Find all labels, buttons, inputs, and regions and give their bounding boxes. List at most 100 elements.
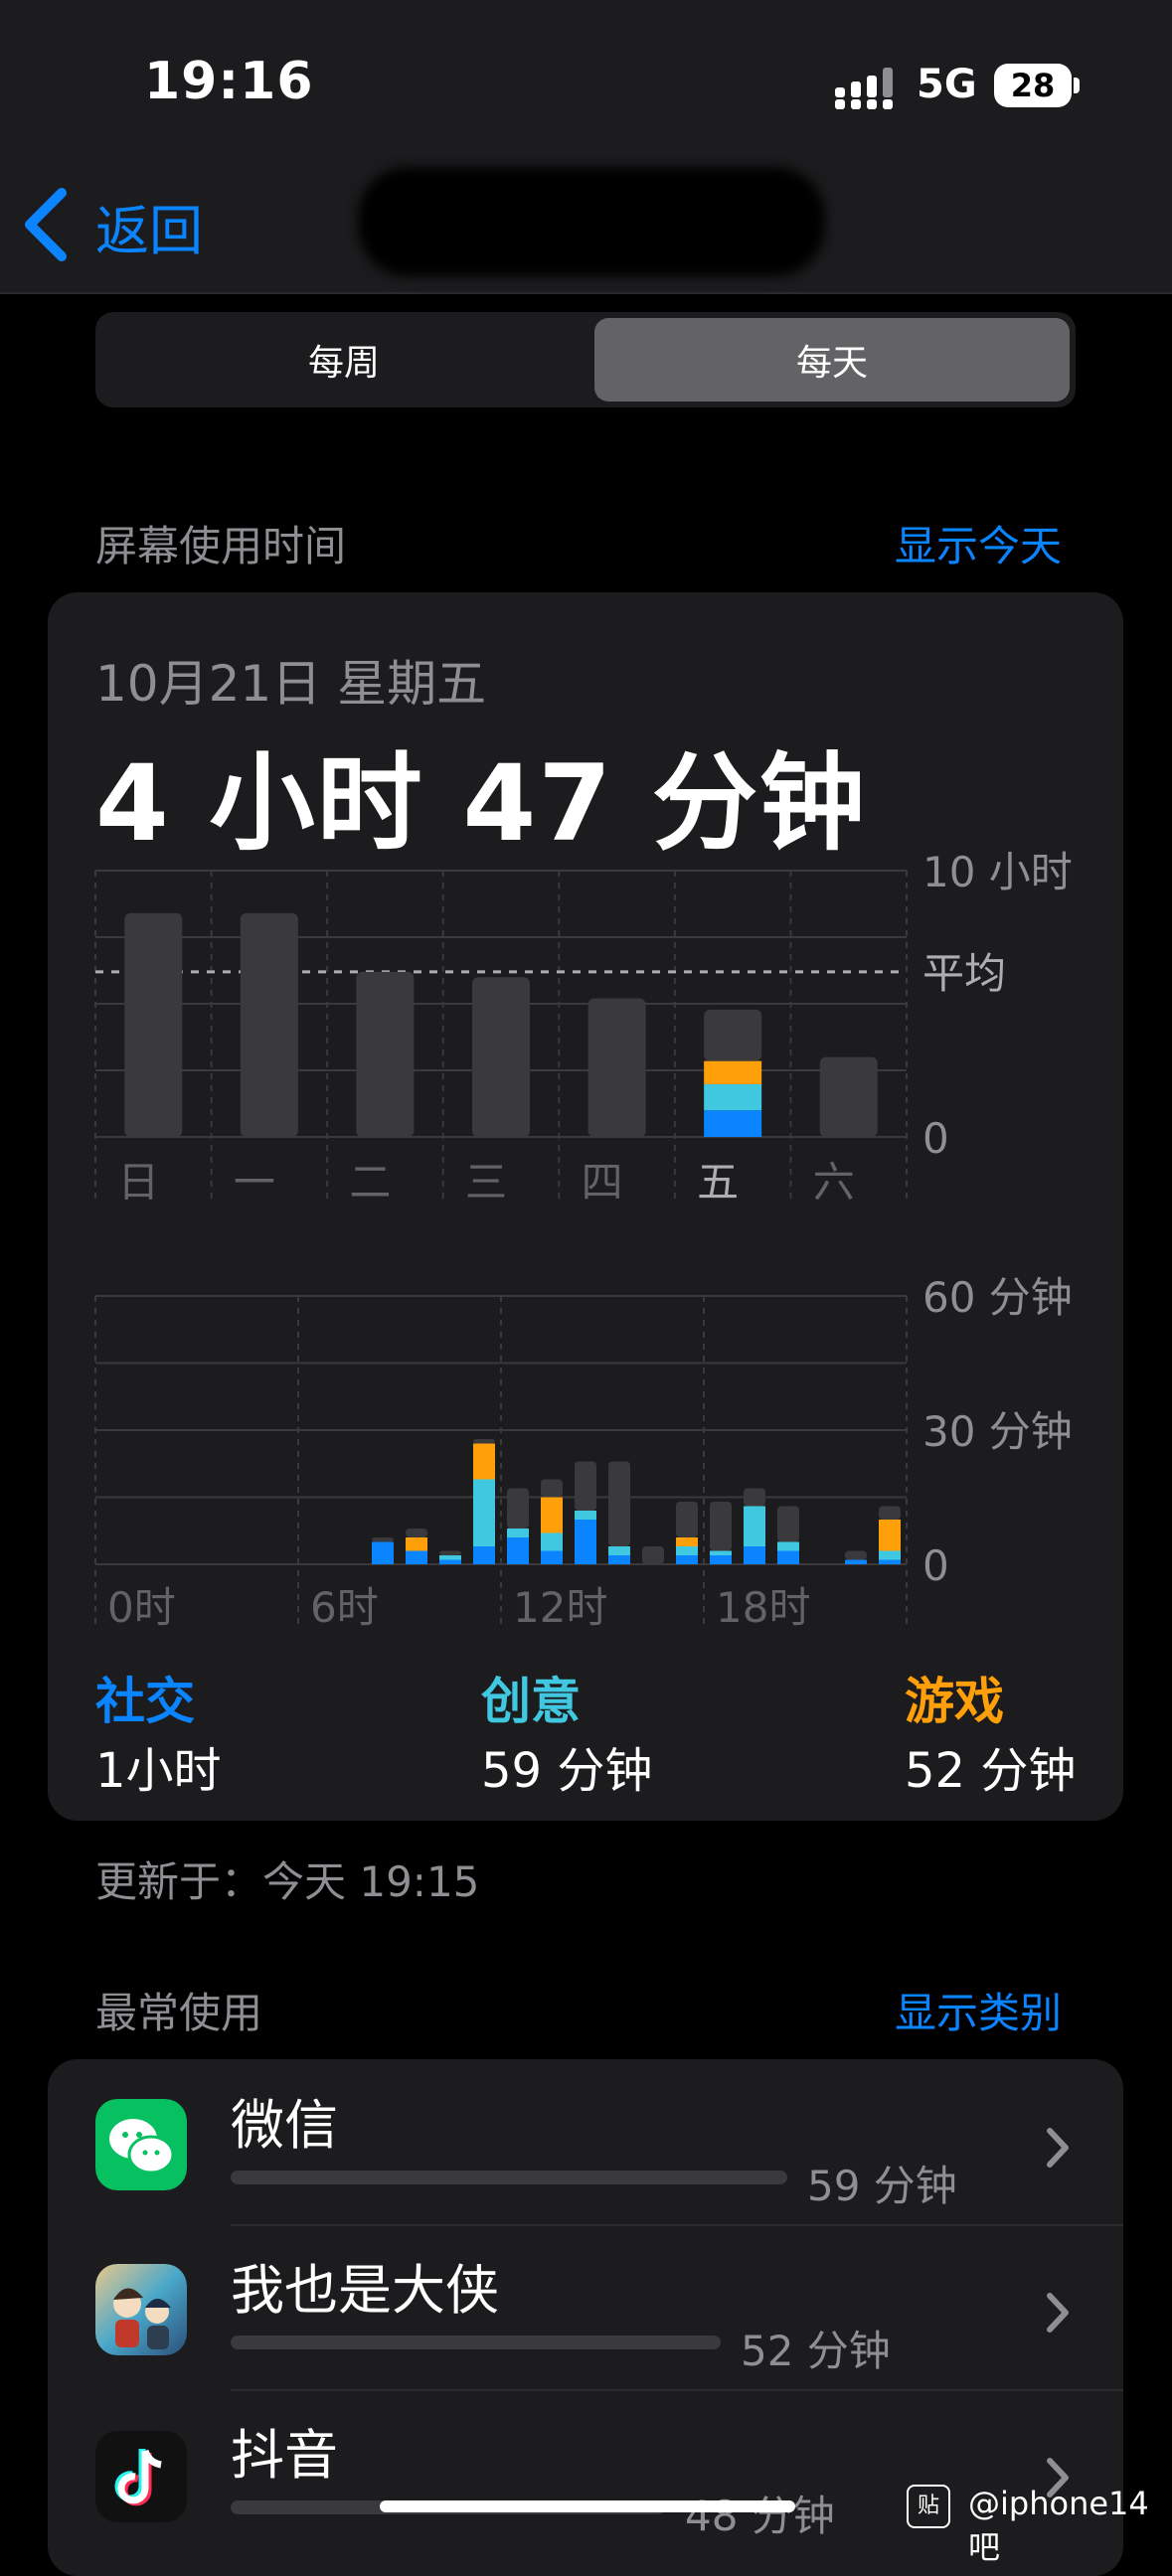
wechat-icon xyxy=(95,2099,187,2190)
hour-bar-segment xyxy=(372,1537,394,1542)
category-social-label: 社交 xyxy=(95,1673,195,1730)
hour-bar-segment xyxy=(507,1537,529,1564)
hour-bar-segment xyxy=(541,1550,563,1564)
x-tick-label: 6时 xyxy=(310,1583,379,1632)
most-used-title: 最常使用 xyxy=(95,1989,263,2037)
app-time: 52 分钟 xyxy=(741,2327,891,2375)
hour-bar-segment xyxy=(541,1479,563,1498)
hour-bar-segment xyxy=(575,1520,596,1564)
hour-bar-segment xyxy=(473,1443,495,1480)
bar xyxy=(356,971,415,1137)
bar xyxy=(472,977,530,1137)
hour-bar-segment xyxy=(777,1550,799,1564)
hour-bar-segment xyxy=(541,1497,563,1533)
hour-bar-segment xyxy=(406,1537,427,1551)
hour-bar-segment xyxy=(507,1488,529,1529)
hour-bar-segment xyxy=(676,1537,698,1546)
hour-bar-segment xyxy=(575,1511,596,1520)
watermark-text: @iphone14吧 xyxy=(968,2485,1149,2566)
y-tick-label: 0 xyxy=(922,1114,949,1163)
app-name: 微信 xyxy=(231,2094,338,2157)
x-tick-label: 18时 xyxy=(716,1583,810,1632)
x-tick-label: 二 xyxy=(349,1158,391,1207)
hour-bar-segment xyxy=(439,1550,461,1555)
hour-bar-segment xyxy=(439,1555,461,1560)
hour-bar-segment xyxy=(676,1502,698,1537)
hour-bar-segment xyxy=(676,1546,698,1555)
hour-bar-segment xyxy=(744,1546,765,1564)
bar xyxy=(240,912,298,1137)
hour-bar-segment xyxy=(406,1529,427,1537)
hour-bar-segment xyxy=(372,1541,394,1564)
hour-bar-segment xyxy=(507,1529,529,1537)
bar xyxy=(587,998,646,1137)
x-tick-label: 五 xyxy=(697,1158,739,1207)
most-used-list: 微信 59 分钟 我也是大侠 52 分钟 抖音 48 分钟 xyxy=(48,2059,1123,2576)
x-tick-label: 六 xyxy=(813,1158,855,1207)
hour-bar-segment xyxy=(845,1559,867,1564)
hour-bar-segment xyxy=(744,1506,765,1546)
x-tick-label: 日 xyxy=(117,1158,159,1207)
bar xyxy=(124,912,183,1137)
category-creative-label: 创意 xyxy=(481,1673,581,1730)
app-name: 我也是大侠 xyxy=(231,2259,499,2322)
hour-bar-segment xyxy=(473,1479,495,1546)
hour-bar-segment xyxy=(608,1461,630,1546)
hour-bar-segment xyxy=(879,1506,901,1520)
updated-label: 更新于：今天 19:15 xyxy=(95,1857,480,1906)
douyin-icon xyxy=(95,2431,187,2522)
x-tick-label: 12时 xyxy=(513,1583,607,1632)
x-tick-label: 三 xyxy=(465,1158,507,1207)
hour-bar-segment xyxy=(710,1555,732,1564)
bar-segment-games xyxy=(704,1060,762,1084)
hour-bar-segment xyxy=(608,1555,630,1564)
hour-bar-segment xyxy=(777,1506,799,1542)
usage-charts: 10 小时平均 0 日 一 二 三 四 五 六 60 分钟 30 分钟 0 0时 6时 12时 18时 xyxy=(94,848,1073,1632)
app-usage-bar xyxy=(231,2171,787,2184)
game-app-icon xyxy=(95,2264,187,2355)
hour-bar-segment xyxy=(473,1439,495,1444)
row-divider xyxy=(231,2224,1123,2226)
hour-bar-segment xyxy=(744,1488,765,1507)
chevron-right-icon xyxy=(1047,2293,1069,2333)
hour-bar-segment xyxy=(642,1546,664,1564)
hour-bar-segment xyxy=(879,1550,901,1560)
y-tick-label: 10 小时 xyxy=(922,848,1073,896)
category-social-value: 1小时 xyxy=(95,1743,222,1799)
x-tick-label: 四 xyxy=(582,1158,623,1207)
category-games-label: 游戏 xyxy=(905,1673,1004,1730)
hour-bar-segment xyxy=(575,1461,596,1511)
y-tick-label: 平均 xyxy=(922,949,1006,998)
hour-bar-segment xyxy=(608,1546,630,1555)
hour-bar-segment xyxy=(406,1550,427,1564)
row-divider xyxy=(231,2389,1123,2391)
app-time: 48 分钟 xyxy=(685,2492,835,2540)
chevron-right-icon xyxy=(1047,2128,1069,2168)
category-creative-value: 59 分钟 xyxy=(481,1743,653,1799)
y-tick-label: 30 分钟 xyxy=(922,1407,1073,1456)
x-tick-label: 一 xyxy=(234,1158,275,1207)
hour-bar-segment xyxy=(710,1550,732,1555)
app-usage-bar xyxy=(231,2335,721,2349)
hour-bar-segment xyxy=(439,1559,461,1564)
y-tick-label: 0 xyxy=(922,1541,949,1590)
show-categories-link[interactable]: 显示类别 xyxy=(895,1980,1062,2040)
bar-segment-creative xyxy=(704,1083,762,1111)
x-tick-label: 0时 xyxy=(107,1583,176,1632)
watermark-badge: 贴 xyxy=(907,2485,950,2528)
app-time: 59 分钟 xyxy=(807,2162,957,2210)
hour-bar-segment xyxy=(676,1555,698,1564)
hour-bar-segment xyxy=(710,1502,732,1551)
category-games-value: 52 分钟 xyxy=(905,1743,1077,1799)
hour-bar-segment xyxy=(879,1559,901,1564)
bar-segment-social xyxy=(704,1110,762,1137)
home-indicator[interactable] xyxy=(380,2500,795,2512)
y-tick-label: 60 分钟 xyxy=(922,1273,1073,1322)
hour-bar-segment xyxy=(541,1532,563,1551)
bar xyxy=(819,1056,878,1137)
hour-bar-segment xyxy=(845,1550,867,1560)
bar-segment-other xyxy=(704,1009,762,1061)
hour-bar-segment xyxy=(473,1546,495,1564)
hour-bar-segment xyxy=(777,1541,799,1551)
hour-bar-segment xyxy=(879,1520,901,1551)
